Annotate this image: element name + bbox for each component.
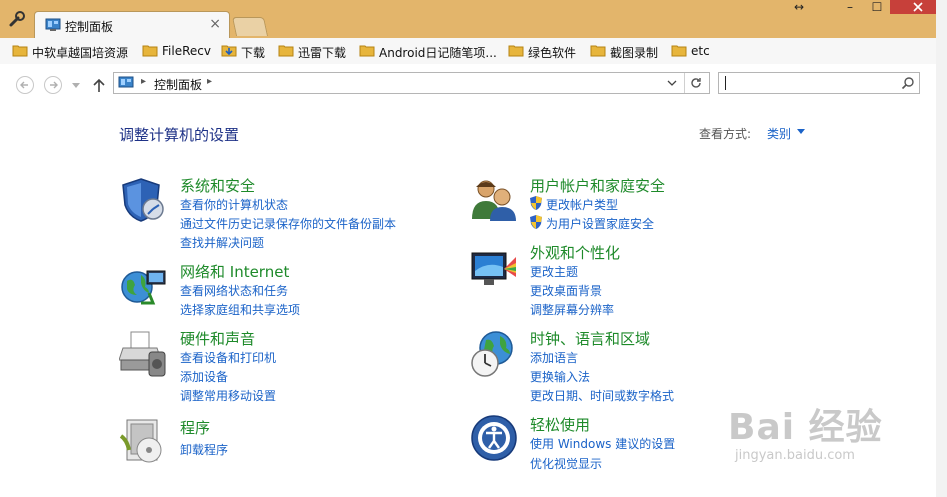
bookmark-label: Android日记随笔项... [379,46,497,60]
view-by-label: 查看方式: [699,127,752,141]
appearance-monitor-icon[interactable] [470,247,518,295]
new-tab-button[interactable] [231,17,269,36]
category-title-ease-of-access[interactable]: 轻松使用 [530,414,590,435]
user-accounts-icon[interactable] [470,175,518,223]
bookmark-label: 下载 [241,46,266,60]
restore-arrows-icon[interactable]: ↔ [792,0,806,16]
link-desktop-background[interactable]: 更改桌面背景 [530,282,602,299]
search-icon[interactable] [901,76,915,90]
category-title-network[interactable]: 网络和 Internet [180,261,289,282]
link-optimize-display[interactable]: 优化视觉显示 [530,455,602,472]
uac-shield-icon [530,196,542,210]
control-panel-icon [45,18,61,31]
bookmark-label: 中软卓越国培资源 [32,46,129,60]
category-title-system-security[interactable]: 系统和安全 [180,175,255,196]
hardware-printer-icon[interactable] [119,330,167,378]
folder-icon [278,45,294,57]
chevron-down-icon[interactable] [667,80,677,86]
back-arrow-icon [20,81,28,89]
uac-shield-icon [530,215,542,229]
forward-button[interactable] [44,76,62,94]
back-button[interactable] [16,76,34,94]
link-add-device[interactable]: 添加设备 [180,368,228,385]
download-folder-icon [221,45,237,57]
bookmark-label: FileRecv [162,44,211,58]
category-title-user-accounts[interactable]: 用户帐户和家庭安全 [530,175,665,196]
tab-title: 控制面板 [65,20,114,34]
bookmark-label: 迅雷下载 [298,46,347,60]
link-change-input-method[interactable]: 更换输入法 [530,368,590,385]
history-dropdown-icon[interactable] [72,83,80,89]
link-troubleshoot[interactable]: 查找并解决问题 [180,234,264,251]
up-arrow-icon[interactable] [92,77,106,93]
folder-icon [671,45,687,57]
text-cursor [725,76,726,90]
breadcrumb[interactable]: 控制面板 [154,76,202,93]
link-file-history[interactable]: 通过文件历史记录保存你的文件备份副本 [180,215,396,232]
refresh-icon[interactable] [689,76,703,90]
network-globe-icon[interactable] [119,263,167,311]
search-input[interactable] [729,75,893,91]
side-strip [936,0,947,497]
link-change-account-type[interactable]: 更改帐户类型 [546,196,618,213]
link-recommended-settings[interactable]: 使用 Windows 建议的设置 [530,435,675,452]
view-by-value: 类别 [767,127,792,141]
link-devices-printers[interactable]: 查看设备和打印机 [180,349,276,366]
view-by-dropdown[interactable]: 类别 [767,125,805,142]
address-bar[interactable]: ▸ 控制面板 ▸ [113,72,710,94]
close-tab-icon[interactable]: × [209,16,221,32]
link-network-status[interactable]: 查看网络状态和任务 [180,282,288,299]
category-title-programs[interactable]: 程序 [180,417,210,438]
control-panel-icon [118,76,134,88]
maximize-icon[interactable]: ☐ [870,0,884,16]
page-title: 调整计算机的设置 [119,126,240,144]
link-view-computer-status[interactable]: 查看你的计算机状态 [180,196,288,213]
category-title-hardware-sound[interactable]: 硬件和声音 [180,328,255,349]
ease-of-access-icon[interactable] [470,414,518,462]
category-title-clock-region[interactable]: 时钟、语言和区域 [530,328,650,349]
folder-icon [508,45,524,57]
breadcrumb-separator-icon[interactable]: ▸ [207,76,212,87]
folder-icon [142,45,158,57]
folder-icon [12,45,28,57]
wrench-icon[interactable] [8,10,26,28]
divider [684,73,685,93]
search-box[interactable] [718,72,920,94]
breadcrumb-separator-icon[interactable]: ▸ [141,76,146,87]
link-date-time-format[interactable]: 更改日期、时间或数字格式 [530,387,674,404]
folder-icon [359,45,375,57]
folder-icon [590,45,606,57]
forward-arrow-icon [50,81,58,89]
programs-icon[interactable] [119,416,167,464]
bookmark-label: 绿色软件 [528,46,577,60]
baidu-watermark-url: jingyan.baidu.com [735,448,855,463]
tab-control-panel[interactable]: 控制面板 × [34,11,230,39]
system-security-icon[interactable] [119,175,167,223]
link-uninstall-program[interactable]: 卸载程序 [180,441,228,458]
title-bar: 控制面板 × ↔ – ☐ [0,0,947,39]
chevron-down-icon [797,129,805,134]
bookmark-label: 截图录制 [610,46,659,60]
bookmark-label: etc [691,44,710,58]
link-change-theme[interactable]: 更改主题 [530,263,578,280]
category-title-appearance[interactable]: 外观和个性化 [530,242,620,263]
minimize-icon[interactable]: – [843,0,857,16]
link-screen-resolution[interactable]: 调整屏幕分辨率 [530,301,614,318]
link-family-safety[interactable]: 为用户设置家庭安全 [546,215,654,232]
clock-region-icon[interactable] [470,330,518,378]
baidu-watermark: Bai 经验 [728,407,883,448]
link-add-language[interactable]: 添加语言 [530,349,578,366]
bookmarks-bar: 中软卓越国培资源 FileRecv 下载 迅雷下载 Android日记随笔项..… [0,38,947,65]
link-mobility-settings[interactable]: 调整常用移动设置 [180,387,276,404]
link-homegroup[interactable]: 选择家庭组和共享选项 [180,301,300,318]
